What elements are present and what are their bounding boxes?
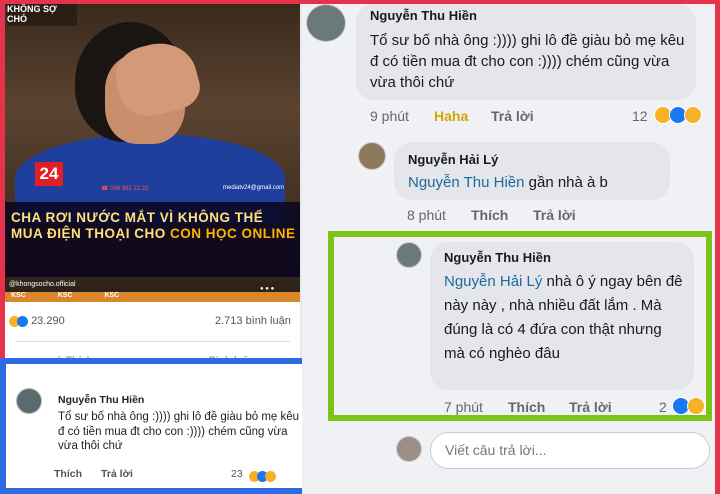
post-reactions[interactable]: 23.290 — [9, 315, 65, 327]
wow-icon — [684, 106, 702, 124]
like-button[interactable]: Thích — [471, 207, 508, 223]
reply-text: Nguyễn Hải Lý nhà ô ý ngay bên đê này nà… — [444, 270, 684, 366]
reply-author[interactable]: Nguyễn Hải Lý — [408, 152, 498, 167]
post-divider — [15, 341, 290, 342]
haha-icon — [687, 397, 705, 415]
comment-text: Tổ sư bố nhà ông :)))) ghi lô đề giàu bỏ… — [370, 32, 685, 91]
avatar — [396, 436, 422, 462]
reaction-count[interactable]: 12 — [632, 108, 648, 124]
avatar[interactable] — [396, 242, 422, 268]
reaction-count[interactable]: 2 — [659, 399, 667, 415]
post-video[interactable]: KHÔNG SỢ CHÓ 24 ☎ 096 382 22 22 mediatv2… — [5, 4, 300, 302]
reply-button[interactable]: Trả lời — [569, 399, 612, 415]
video-handle: @khongsocho.official — [9, 281, 76, 288]
avatar[interactable] — [358, 142, 386, 170]
reaction-icons[interactable] — [654, 106, 714, 126]
video-phone: ☎ 096 382 22 22 — [101, 186, 149, 192]
haha-reaction-label[interactable]: Haha — [434, 108, 468, 124]
reply-button[interactable]: Trả lời — [101, 468, 133, 480]
like-button[interactable]: Thích — [54, 468, 82, 480]
avatar[interactable] — [306, 4, 346, 42]
comment-author[interactable]: Nguyễn Thu Hiền — [370, 8, 477, 23]
reply-body: gần nhà à b — [524, 174, 608, 191]
reply-button[interactable]: Trả lời — [533, 207, 576, 223]
comment-author[interactable]: Nguyễn Thu Hiền — [58, 394, 144, 406]
like-button[interactable]: Thích — [508, 399, 545, 415]
wow-icon — [265, 471, 276, 483]
mention-link[interactable]: Nguyễn Thu Hiền — [408, 174, 524, 191]
caption-highlight: CON HỌC ONLINE — [170, 226, 296, 241]
video-caption: CHA RƠI NƯỚC MẮT VÌ KHÔNG THỂ MUA ĐIỆN T… — [11, 210, 296, 242]
network-badge: 24 — [35, 162, 63, 186]
reaction-icons[interactable] — [672, 397, 706, 417]
avatar[interactable] — [16, 388, 42, 414]
reply-time[interactable]: 7 phút — [444, 399, 483, 415]
video-site: mediatv24@gmail.com — [223, 185, 285, 191]
reply-input[interactable]: Viết câu trả lời... — [430, 432, 710, 469]
reactions-count: 23.290 — [31, 315, 65, 327]
reply-button[interactable]: Trả lời — [491, 108, 534, 124]
video-icons: ● ● ● — [260, 286, 275, 292]
reaction-count[interactable]: 23 — [231, 468, 243, 480]
comments-count[interactable]: 2.713 bình luận — [215, 315, 291, 327]
reply-text: Nguyễn Thu Hiền gần nhà à b — [408, 172, 668, 193]
mention-link[interactable]: Nguyễn Hải Lý — [444, 273, 542, 290]
reply-time[interactable]: 8 phút — [407, 207, 446, 223]
video-ticker: KSC KSC KSC — [5, 292, 300, 302]
reply-author[interactable]: Nguyễn Thu Hiền — [444, 250, 551, 265]
reaction-icons[interactable] — [249, 468, 276, 486]
comment-time[interactable]: 9 phút — [370, 108, 409, 124]
channel-logo: KHÔNG SỢ CHÓ — [7, 4, 77, 26]
comment-text: Tổ sư bố nhà ông :)))) ghi lô đề giàu bỏ… — [58, 411, 300, 452]
like-icon — [17, 315, 28, 327]
quoted-comment-box: Nguyễn Thu Hiền Tổ sư bố nhà ông :)))) g… — [0, 358, 330, 494]
